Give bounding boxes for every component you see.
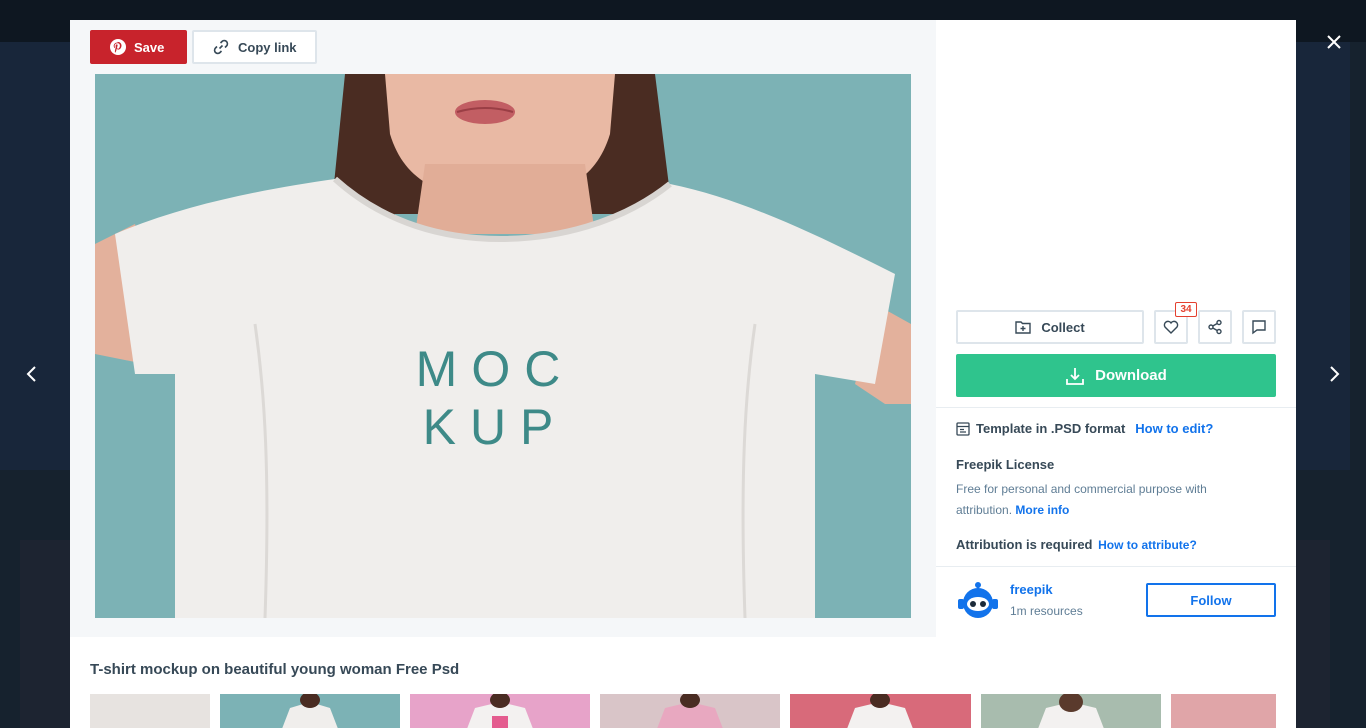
download-button[interactable]: Download xyxy=(956,354,1276,397)
collect-button[interactable]: Collect xyxy=(956,310,1144,344)
format-info: Template in .PSD format How to edit? xyxy=(956,421,1213,436)
author-resources: 1m resources xyxy=(1010,604,1083,618)
resource-modal: Save Copy link MOC KUP Collect 34 Downlo… xyxy=(70,20,1296,728)
license-text: Free for personal and commercial purpose… xyxy=(956,482,1207,517)
shirt-print-line2: KUP xyxy=(423,399,568,455)
how-to-attribute-link[interactable]: How to attribute? xyxy=(1098,538,1197,552)
share-icon xyxy=(1208,319,1222,335)
details-column: Collect 34 Download Template in .PSD for… xyxy=(936,20,1296,637)
pinterest-icon xyxy=(110,39,126,55)
related-thumbnail[interactable] xyxy=(220,694,400,728)
collect-label: Collect xyxy=(1041,319,1085,335)
link-icon xyxy=(213,39,229,55)
download-icon xyxy=(1066,367,1085,385)
next-button[interactable] xyxy=(1318,358,1350,390)
follow-button[interactable]: Follow xyxy=(1146,583,1276,617)
copy-link-label: Copy link xyxy=(238,39,297,55)
heart-icon xyxy=(1163,320,1179,334)
copy-link-button[interactable]: Copy link xyxy=(192,30,317,64)
resource-preview-image: MOC KUP xyxy=(95,74,911,618)
save-button[interactable]: Save xyxy=(90,30,187,64)
image-column: Save Copy link MOC KUP xyxy=(70,20,936,637)
license-title: Freepik License xyxy=(956,457,1055,472)
share-button[interactable] xyxy=(1198,310,1232,344)
folder-plus-icon xyxy=(1015,321,1032,334)
license-description: Free for personal and commercial purpose… xyxy=(956,479,1256,521)
template-icon xyxy=(956,421,970,436)
related-thumbnail[interactable] xyxy=(981,694,1161,728)
comment-icon xyxy=(1252,320,1266,335)
download-label: Download xyxy=(1095,367,1167,384)
chevron-left-icon xyxy=(26,366,36,382)
comment-button[interactable] xyxy=(1242,310,1276,344)
related-thumbnail[interactable] xyxy=(410,694,590,728)
like-count-badge: 34 xyxy=(1175,302,1197,317)
shirt-print-line1: MOC xyxy=(416,341,575,397)
resource-title: T-shirt mockup on beautiful young woman … xyxy=(90,661,460,678)
related-thumbnail[interactable] xyxy=(600,694,780,728)
close-icon xyxy=(1327,35,1341,49)
close-button[interactable] xyxy=(1320,28,1348,56)
how-to-edit-link[interactable]: How to edit? xyxy=(1135,421,1213,436)
attribution-text: Attribution is required xyxy=(956,537,1093,552)
related-thumbnail[interactable] xyxy=(790,694,971,728)
author-name[interactable]: freepik xyxy=(1010,582,1053,597)
related-thumbnail[interactable] xyxy=(1171,694,1276,728)
author-avatar[interactable] xyxy=(956,579,1000,623)
chevron-right-icon xyxy=(1330,366,1340,382)
format-text: Template in .PSD format xyxy=(976,421,1126,436)
previous-button[interactable] xyxy=(16,358,48,390)
attribution-row: Attribution is required How to attribute… xyxy=(956,537,1197,552)
save-label: Save xyxy=(134,39,165,55)
more-info-link[interactable]: More info xyxy=(1015,503,1069,517)
related-thumbnail[interactable] xyxy=(90,694,210,728)
